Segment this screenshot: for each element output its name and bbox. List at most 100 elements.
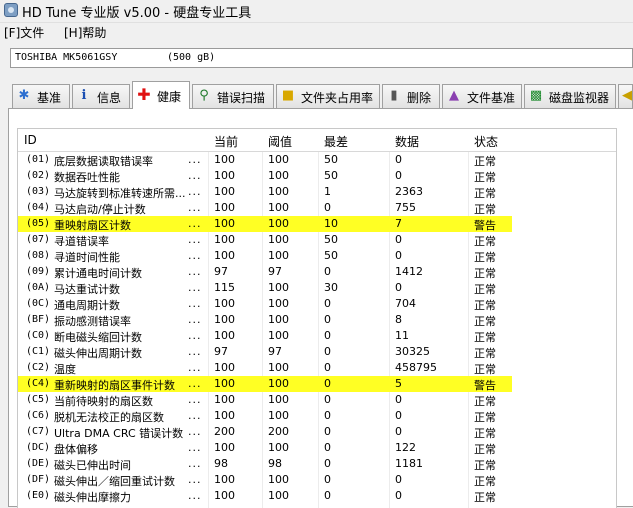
tab-health[interactable]: ✚ 健康 (132, 81, 190, 109)
tab-label: 基准 (37, 91, 62, 105)
current-value: 100 (214, 249, 235, 262)
attribute-id: (08) (26, 250, 51, 261)
worst-value: 0 (324, 345, 331, 358)
row-dots: ... (188, 489, 202, 502)
tab-info[interactable]: i 信息 (72, 84, 130, 108)
table-row[interactable]: (BF) 振动感测错误率 100 100 0 8 正常... (18, 312, 616, 328)
table-row[interactable]: (04) 马达启动/停止计数 100 100 0 755 正常... (18, 200, 616, 216)
table-row-warning[interactable]: (05) 重映射扇区计数 100 100 10 7 警告... (18, 216, 616, 232)
table-row[interactable]: (DC) 盘体偏移 100 100 0 122 正常... (18, 440, 616, 456)
table-row-warning[interactable]: (C4) 重新映射的扇区事件计数 100 100 0 5 警告... (18, 376, 616, 392)
table-row[interactable]: (C0) 断电磁头缩回计数 100 100 0 11 正常... (18, 328, 616, 344)
worst-value: 10 (324, 217, 338, 230)
header-threshold[interactable]: 阈值 (268, 133, 292, 150)
tab-more[interactable]: ◀ (618, 84, 633, 108)
attribute-name: 累计通电时间计数 (54, 267, 142, 280)
status-value: 正常 (474, 203, 496, 216)
attribute-name: Ultra DMA CRC 错误计数 (54, 427, 184, 440)
current-value: 100 (214, 361, 235, 374)
tab-erase[interactable]: ▮ 删除 (382, 84, 440, 108)
table-row[interactable]: (C2) 温度 100 100 0 458795 正常... (18, 360, 616, 376)
tab-benchmark[interactable]: ✱ 基准 (12, 84, 70, 108)
table-row[interactable]: (09) 累计通电时间计数 97 97 0 1412 正常... (18, 264, 616, 280)
table-header: ID 当前 阈值 最差 数据 状态 (18, 129, 616, 152)
raw-data-value: 0 (395, 473, 402, 486)
raw-data-value: 0 (395, 409, 402, 422)
attribute-name: 马达旋转到标准转速所需... (54, 187, 186, 200)
table-row[interactable]: (DF) 磁头伸出／缩回重试计数 100 100 0 0 正常... (18, 472, 616, 488)
header-worst[interactable]: 最差 (324, 133, 348, 150)
attribute-name: 马达启动/停止计数 (54, 203, 146, 216)
raw-data-value: 0 (395, 425, 402, 438)
table-row[interactable]: (C6) 脱机无法校正的扇区数 100 100 0 0 正常... (18, 408, 616, 424)
attribute-id: (C1) (26, 346, 51, 357)
attribute-name: 脱机无法校正的扇区数 (54, 411, 164, 424)
tab-error-scan[interactable]: ⚲ 错误扫描 (192, 84, 274, 108)
attribute-id: (0A) (26, 282, 51, 293)
row-dots: ... (188, 473, 202, 486)
attribute-id: (C7) (26, 426, 51, 437)
header-current[interactable]: 当前 (214, 133, 238, 150)
header-status[interactable]: 状态 (474, 133, 498, 150)
attribute-id: (09) (26, 266, 51, 277)
threshold-value: 98 (268, 457, 282, 470)
table-row[interactable]: (07) 寻道错误率 100 100 50 0 正常... (18, 232, 616, 248)
folder-icon: ■ (281, 88, 295, 103)
current-value: 100 (214, 473, 235, 486)
raw-data-value: 704 (395, 297, 416, 310)
header-data[interactable]: 数据 (395, 133, 419, 150)
threshold-value: 100 (268, 281, 289, 294)
table-row[interactable]: (01) 底层数据读取错误率 100 100 50 0 正常... (18, 152, 616, 168)
tab-label: 文件基准 (467, 91, 516, 105)
attribute-name: 寻道错误率 (54, 235, 109, 248)
current-value: 100 (214, 409, 235, 422)
row-dots: ... (188, 377, 202, 390)
worst-value: 0 (324, 489, 331, 502)
current-value: 100 (214, 377, 235, 390)
worst-value: 50 (324, 249, 338, 262)
attribute-name: 重新映射的扇区事件计数 (54, 379, 175, 392)
attribute-name: 温度 (54, 363, 76, 376)
worst-value: 0 (324, 457, 331, 470)
benchmark-icon: ✱ (18, 88, 30, 103)
tab-label: 磁盘监视器 (549, 91, 610, 105)
row-dots: ... (188, 233, 202, 246)
status-value: 正常 (474, 171, 496, 184)
attribute-id: (C2) (26, 362, 51, 373)
table-row[interactable]: (03) 马达旋转到标准转速所需... 100 100 1 2363 正常... (18, 184, 616, 200)
tab-disk-monitor[interactable]: ▩ 磁盘监视器 (524, 84, 616, 108)
table-row[interactable]: (C1) 磁头伸出周期计数 97 97 0 30325 正常... (18, 344, 616, 360)
table-row[interactable]: (C7) Ultra DMA CRC 错误计数 200 200 0 0 正常... (18, 424, 616, 440)
attribute-name: 通电周期计数 (54, 299, 120, 312)
attribute-name: 磁头伸出／缩回重试计数 (54, 475, 175, 488)
current-value: 98 (214, 457, 228, 470)
table-row[interactable]: (0C) 通电周期计数 100 100 0 704 正常... (18, 296, 616, 312)
menu-file[interactable]: [F]文件 (4, 24, 44, 41)
row-dots: ... (188, 169, 202, 182)
header-id[interactable]: ID (24, 133, 37, 147)
worst-value: 0 (324, 361, 331, 374)
magnifier-icon: ⚲ (199, 88, 209, 103)
table-row[interactable]: (E0) 磁头伸出摩擦力 100 100 0 0 正常... (18, 488, 616, 504)
row-dots: ... (188, 441, 202, 454)
tab-file-benchmark[interactable]: ▲ 文件基准 (442, 84, 522, 108)
attribute-name: 底层数据读取错误率 (54, 155, 153, 168)
status-value: 正常 (474, 235, 496, 248)
health-cross-icon: ✚ (137, 85, 151, 104)
menu-help[interactable]: [H]帮助 (64, 24, 106, 41)
table-row[interactable]: (0A) 马达重试计数 115 100 30 0 正常... (18, 280, 616, 296)
status-value: 正常 (474, 267, 496, 280)
health-panel: ID 当前 阈值 最差 数据 状态 (01) 底层数据读取错误率 100 100 50 0… (8, 108, 633, 508)
current-value: 100 (214, 297, 235, 310)
tab-folder-usage[interactable]: ■ 文件夹占用率 (276, 84, 380, 108)
threshold-value: 100 (268, 249, 289, 262)
table-row[interactable]: (DE) 磁头已伸出时间 98 98 0 1181 正常... (18, 456, 616, 472)
drive-dropdown[interactable]: TOSHIBA MK5061GSY (500 gB) (10, 48, 633, 68)
table-row[interactable]: (C5) 当前待映射的扇区数 100 100 0 0 正常... (18, 392, 616, 408)
raw-data-value: 0 (395, 489, 402, 502)
table-row[interactable]: (08) 寻道时间性能 100 100 50 0 正常... (18, 248, 616, 264)
worst-value: 0 (324, 297, 331, 310)
status-value: 正常 (474, 315, 496, 328)
status-value: 正常 (474, 475, 496, 488)
table-row[interactable]: (02) 数据吞吐性能 100 100 50 0 正常... (18, 168, 616, 184)
